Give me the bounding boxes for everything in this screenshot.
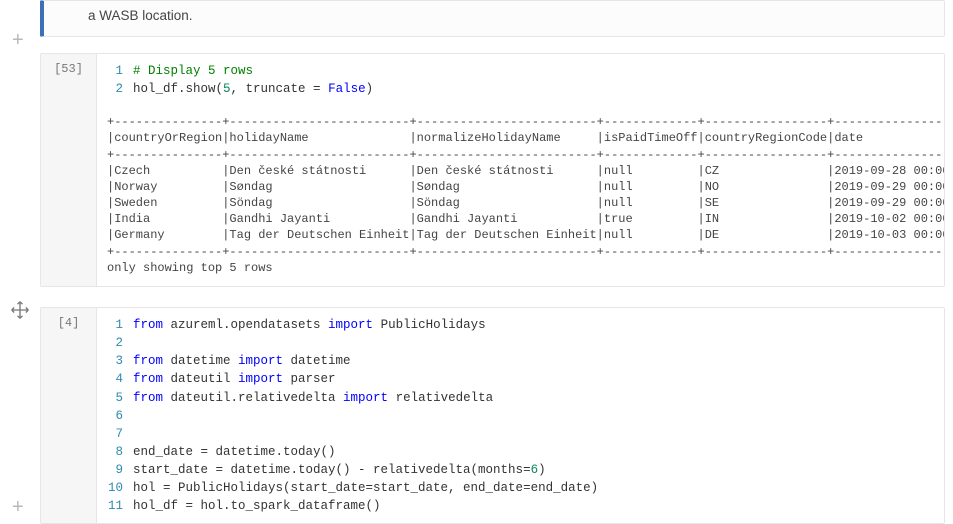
line-number: 1 [107, 62, 133, 80]
code-editor[interactable]: 1# Display 5 rows2hol_df.show(5, truncat… [97, 54, 944, 106]
line-number: 2 [107, 334, 133, 352]
code-line[interactable]: from datetime import datetime [133, 352, 351, 370]
code-line[interactable]: hol = PublicHolidays(start_date=start_da… [133, 479, 598, 497]
code-line[interactable]: from azureml.opendatasets import PublicH… [133, 316, 486, 334]
line-number: 6 [107, 407, 133, 425]
cell-prompt: [53] [41, 54, 97, 286]
cell-prompt: [4] [41, 308, 97, 523]
line-number: 4 [107, 370, 133, 388]
code-line[interactable]: start_date = datetime.today() - relative… [133, 461, 546, 479]
code-line[interactable]: from dateutil import parser [133, 370, 336, 388]
code-line[interactable]: # Display 5 rows [133, 62, 253, 80]
line-number: 1 [107, 316, 133, 334]
line-number: 10 [107, 479, 133, 497]
cell-output: +---------------+-----------------------… [97, 106, 944, 286]
line-number: 5 [107, 389, 133, 407]
code-line[interactable]: hol_df.show(5, truncate = False) [133, 80, 373, 98]
code-line[interactable]: from dateutil.relativedelta import relat… [133, 389, 493, 407]
add-cell-icon[interactable]: + [12, 497, 24, 517]
code-line[interactable]: hol_df = hol.to_spark_dataframe() [133, 497, 381, 515]
line-number: 11 [107, 497, 133, 515]
line-number: 3 [107, 352, 133, 370]
line-number: 7 [107, 425, 133, 443]
line-number: 9 [107, 461, 133, 479]
code-line[interactable]: end_date = datetime.today() [133, 443, 336, 461]
add-cell-icon[interactable]: + [12, 30, 24, 50]
markdown-text: a WASB location. [88, 8, 193, 23]
drag-handle-icon[interactable] [10, 300, 30, 323]
code-editor[interactable]: 1from azureml.opendatasets import Public… [97, 308, 944, 523]
line-number: 2 [107, 80, 133, 98]
markdown-cell[interactable]: a WASB location. [40, 0, 945, 37]
line-number: 8 [107, 443, 133, 461]
code-cell: [4] 1from azureml.opendatasets import Pu… [40, 307, 945, 524]
code-cell: [53] 1# Display 5 rows2hol_df.show(5, tr… [40, 53, 945, 287]
